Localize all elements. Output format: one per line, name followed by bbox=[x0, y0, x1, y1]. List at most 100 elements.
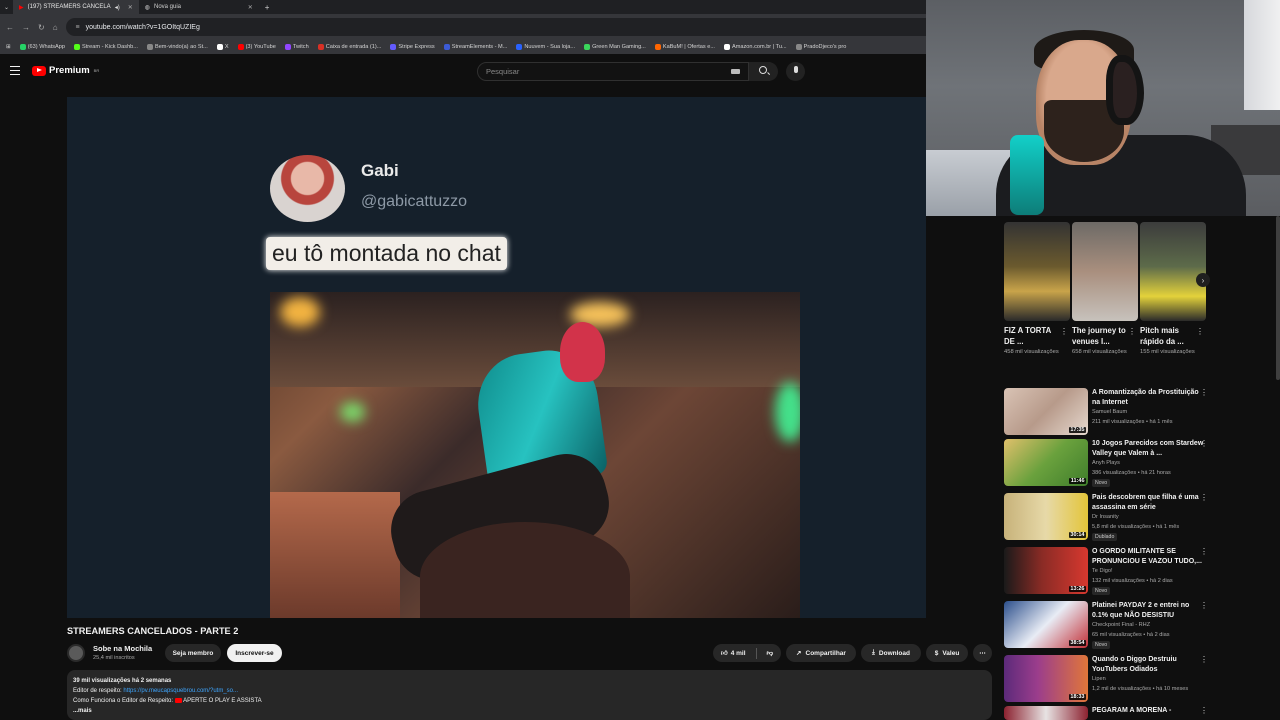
search-input[interactable]: Pesquisar bbox=[486, 67, 519, 76]
search-icon[interactable] bbox=[748, 62, 778, 81]
tab-youtube[interactable]: ▶ (197) STREAMERS CANCELA ◂) ✕ bbox=[13, 0, 139, 14]
short-item[interactable]: FIZ A TORTA DE ... 458 mil visualizações… bbox=[1004, 222, 1070, 355]
forward-icon[interactable]: → bbox=[22, 23, 30, 32]
bookmark-item[interactable]: Twitch bbox=[284, 44, 309, 50]
more-options-icon[interactable]: ⋮ bbox=[1200, 706, 1208, 715]
show-more-link[interactable]: ...mais bbox=[73, 706, 986, 716]
new-tab-icon[interactable]: + bbox=[259, 3, 276, 12]
short-item[interactable]: The journey to venues I... 658 mil visua… bbox=[1072, 222, 1138, 355]
description-link[interactable]: https://pv.meucapsquebrou.com/?utm_so... bbox=[123, 688, 238, 694]
recommendation-title[interactable]: Pais descobrem que filha é uma assassina… bbox=[1092, 493, 1204, 513]
video-thumbnail[interactable]: 18:33 bbox=[1004, 655, 1088, 702]
recommendation-item[interactable]: 38:54 Platinei PAYDAY 2 e entrei no 0.1%… bbox=[1004, 601, 1209, 649]
site-info-icon[interactable]: ≡ bbox=[76, 24, 80, 31]
more-options-icon[interactable]: ⋮ bbox=[1060, 327, 1068, 336]
recommendation-channel[interactable]: Samuel Baum bbox=[1092, 409, 1127, 415]
recommendation-channel[interactable]: Te Digo! bbox=[1092, 568, 1113, 574]
video-player[interactable]: Gabi @gabicattuzzo eu tô montada no chat bbox=[67, 97, 926, 618]
home-icon[interactable]: ⌂ bbox=[53, 23, 58, 32]
recommendation-channel[interactable]: Checkpoint Final - RHZ bbox=[1092, 622, 1150, 628]
video-thumbnail[interactable]: 38:54 bbox=[1004, 601, 1088, 648]
url-field[interactable]: ≡ youtube.com/watch?v=1GOItqUZIEg bbox=[65, 18, 956, 36]
bookmark-item[interactable]: Stream - Kick Dashb... bbox=[74, 44, 138, 50]
bookmark-item[interactable]: StreamElements - M... bbox=[443, 44, 507, 50]
video-thumbnail[interactable]: 13:26 bbox=[1004, 547, 1088, 594]
bookmark-item[interactable]: (63) WhatsApp bbox=[19, 44, 65, 50]
short-item[interactable]: Pitch mais rápido da ... 155 mil visuali… bbox=[1140, 222, 1206, 355]
recommendation-item[interactable]: PEGARAM A MORENA - ⋮ bbox=[1004, 706, 1209, 720]
youtube-premium-logo[interactable]: Premium BR bbox=[32, 65, 99, 76]
more-options-icon[interactable]: ⋮ bbox=[1200, 547, 1208, 556]
keyboard-icon[interactable] bbox=[731, 69, 740, 74]
share-button[interactable]: ↗ Compartilhar bbox=[786, 644, 856, 662]
join-button[interactable]: Seja membro bbox=[165, 644, 221, 662]
back-icon[interactable]: ← bbox=[6, 23, 14, 32]
tab-list-icon[interactable]: ⌄ bbox=[0, 4, 13, 11]
bookmark-item[interactable]: Amazon.com.br | Tu... bbox=[724, 44, 787, 50]
hamburger-menu-icon[interactable] bbox=[10, 66, 20, 76]
recommendation-title[interactable]: Platinei PAYDAY 2 e entrei no 0.1% que N… bbox=[1092, 601, 1204, 621]
bookmark-item[interactable]: PradoDjeco's pro bbox=[795, 44, 846, 50]
channel-avatar[interactable] bbox=[67, 644, 85, 662]
recommendation-item[interactable]: 18:33 Quando o Diggo Destruiu YouTubers … bbox=[1004, 655, 1209, 703]
short-thumbnail[interactable] bbox=[1072, 222, 1138, 321]
recommendation-title[interactable]: A Romantização da Prostituição na Intern… bbox=[1092, 388, 1204, 408]
more-options-icon[interactable]: ⋮ bbox=[1128, 327, 1136, 336]
recommendation-channel[interactable]: Anyh Plays bbox=[1092, 460, 1120, 466]
recommendation-item[interactable]: 30:14 Pais descobrem que filha é uma ass… bbox=[1004, 493, 1209, 541]
thanks-button[interactable]: $ Valeu bbox=[926, 644, 968, 662]
subscribe-button[interactable]: Inscrever-se bbox=[227, 644, 282, 662]
like-button[interactable]: 👍︎ 4 mil bbox=[721, 649, 746, 658]
apps-icon[interactable]: ⊞ bbox=[6, 44, 11, 50]
bookmark-item[interactable]: Green Man Gaming... bbox=[584, 44, 646, 50]
reload-icon[interactable]: ↻ bbox=[38, 23, 45, 32]
video-thumbnail[interactable]: 30:14 bbox=[1004, 493, 1088, 540]
description-box[interactable]: 39 mil visualizações há 2 semanas Editor… bbox=[67, 670, 992, 720]
bookmark-item[interactable]: Caixa de entrada (1)... bbox=[317, 44, 381, 50]
recommendation-title[interactable]: PEGARAM A MORENA - bbox=[1092, 706, 1204, 716]
recommendation-title[interactable]: Quando o Diggo Destruiu YouTubers Odiado… bbox=[1092, 655, 1204, 675]
more-options-icon[interactable]: ⋮ bbox=[1200, 655, 1208, 664]
more-options-icon[interactable]: ⋮ bbox=[1200, 493, 1208, 502]
bookmark-item[interactable]: Stripe Express bbox=[390, 44, 435, 50]
download-button[interactable]: ⤓ Download bbox=[861, 644, 921, 662]
short-thumbnail[interactable] bbox=[1140, 222, 1206, 321]
more-actions-icon[interactable]: ⋯ bbox=[973, 644, 992, 662]
bookmark-item[interactable]: Bem-vindo(a) ao St... bbox=[146, 44, 208, 50]
recommendation-title[interactable]: 10 Jogos Parecidos com Stardew Valley qu… bbox=[1092, 439, 1204, 459]
sidebar-scrollbar[interactable] bbox=[1276, 216, 1280, 380]
recommendation-item[interactable]: 13:26 O GORDO MILITANTE SE PRONUNCIOU E … bbox=[1004, 547, 1209, 595]
tweet-author-name: Gabi bbox=[361, 161, 399, 180]
search-box[interactable]: Pesquisar bbox=[477, 62, 778, 81]
channel-name[interactable]: Sobe na Mochila bbox=[93, 644, 152, 653]
speaker-icon[interactable]: ◂) bbox=[115, 4, 120, 11]
video-thumbnail[interactable]: 17:35 bbox=[1004, 388, 1088, 435]
dislike-button[interactable]: 👎︎ bbox=[767, 649, 774, 657]
duration-badge: 18:33 bbox=[1068, 694, 1086, 700]
recommendation-title[interactable]: O GORDO MILITANTE SE PRONUNCIOU E VAZOU … bbox=[1092, 547, 1204, 567]
recommendation-item[interactable]: 17:35 A Romantização da Prostituição na … bbox=[1004, 388, 1209, 436]
chevron-right-icon[interactable]: › bbox=[1196, 273, 1210, 287]
download-label: Download bbox=[878, 649, 910, 657]
more-options-icon[interactable]: ⋮ bbox=[1196, 327, 1204, 336]
bookmark-item[interactable]: KaBuM! | Ofertas e... bbox=[654, 44, 715, 50]
more-options-icon[interactable]: ⋮ bbox=[1200, 601, 1208, 610]
more-options-icon[interactable]: ⋮ bbox=[1200, 388, 1208, 397]
recommendation-item[interactable]: 11:46 10 Jogos Parecidos com Stardew Val… bbox=[1004, 439, 1209, 487]
close-tab-icon[interactable]: ✕ bbox=[128, 4, 133, 11]
more-options-icon[interactable]: ⋮ bbox=[1200, 439, 1208, 448]
short-title[interactable]: The journey to venues I... bbox=[1072, 326, 1128, 347]
microphone-icon[interactable] bbox=[786, 62, 805, 81]
recommendation-channel[interactable]: Dr Insanity bbox=[1092, 514, 1119, 520]
bookmark-item[interactable]: X bbox=[216, 44, 229, 50]
short-title[interactable]: Pitch mais rápido da ... bbox=[1140, 326, 1196, 347]
recommendation-channel[interactable]: Lipen bbox=[1092, 676, 1106, 682]
short-title[interactable]: FIZ A TORTA DE ... bbox=[1004, 326, 1060, 347]
bookmark-item[interactable]: Nuuvem - Sua loja... bbox=[516, 44, 575, 50]
video-thumbnail[interactable]: 11:46 bbox=[1004, 439, 1088, 486]
short-thumbnail[interactable] bbox=[1004, 222, 1070, 321]
close-tab-icon[interactable]: ✕ bbox=[248, 4, 253, 11]
tab-new[interactable]: ◍ Nova guia ✕ bbox=[139, 0, 259, 14]
video-thumbnail[interactable] bbox=[1004, 706, 1088, 720]
bookmark-item[interactable]: (3) YouTube bbox=[237, 44, 276, 50]
